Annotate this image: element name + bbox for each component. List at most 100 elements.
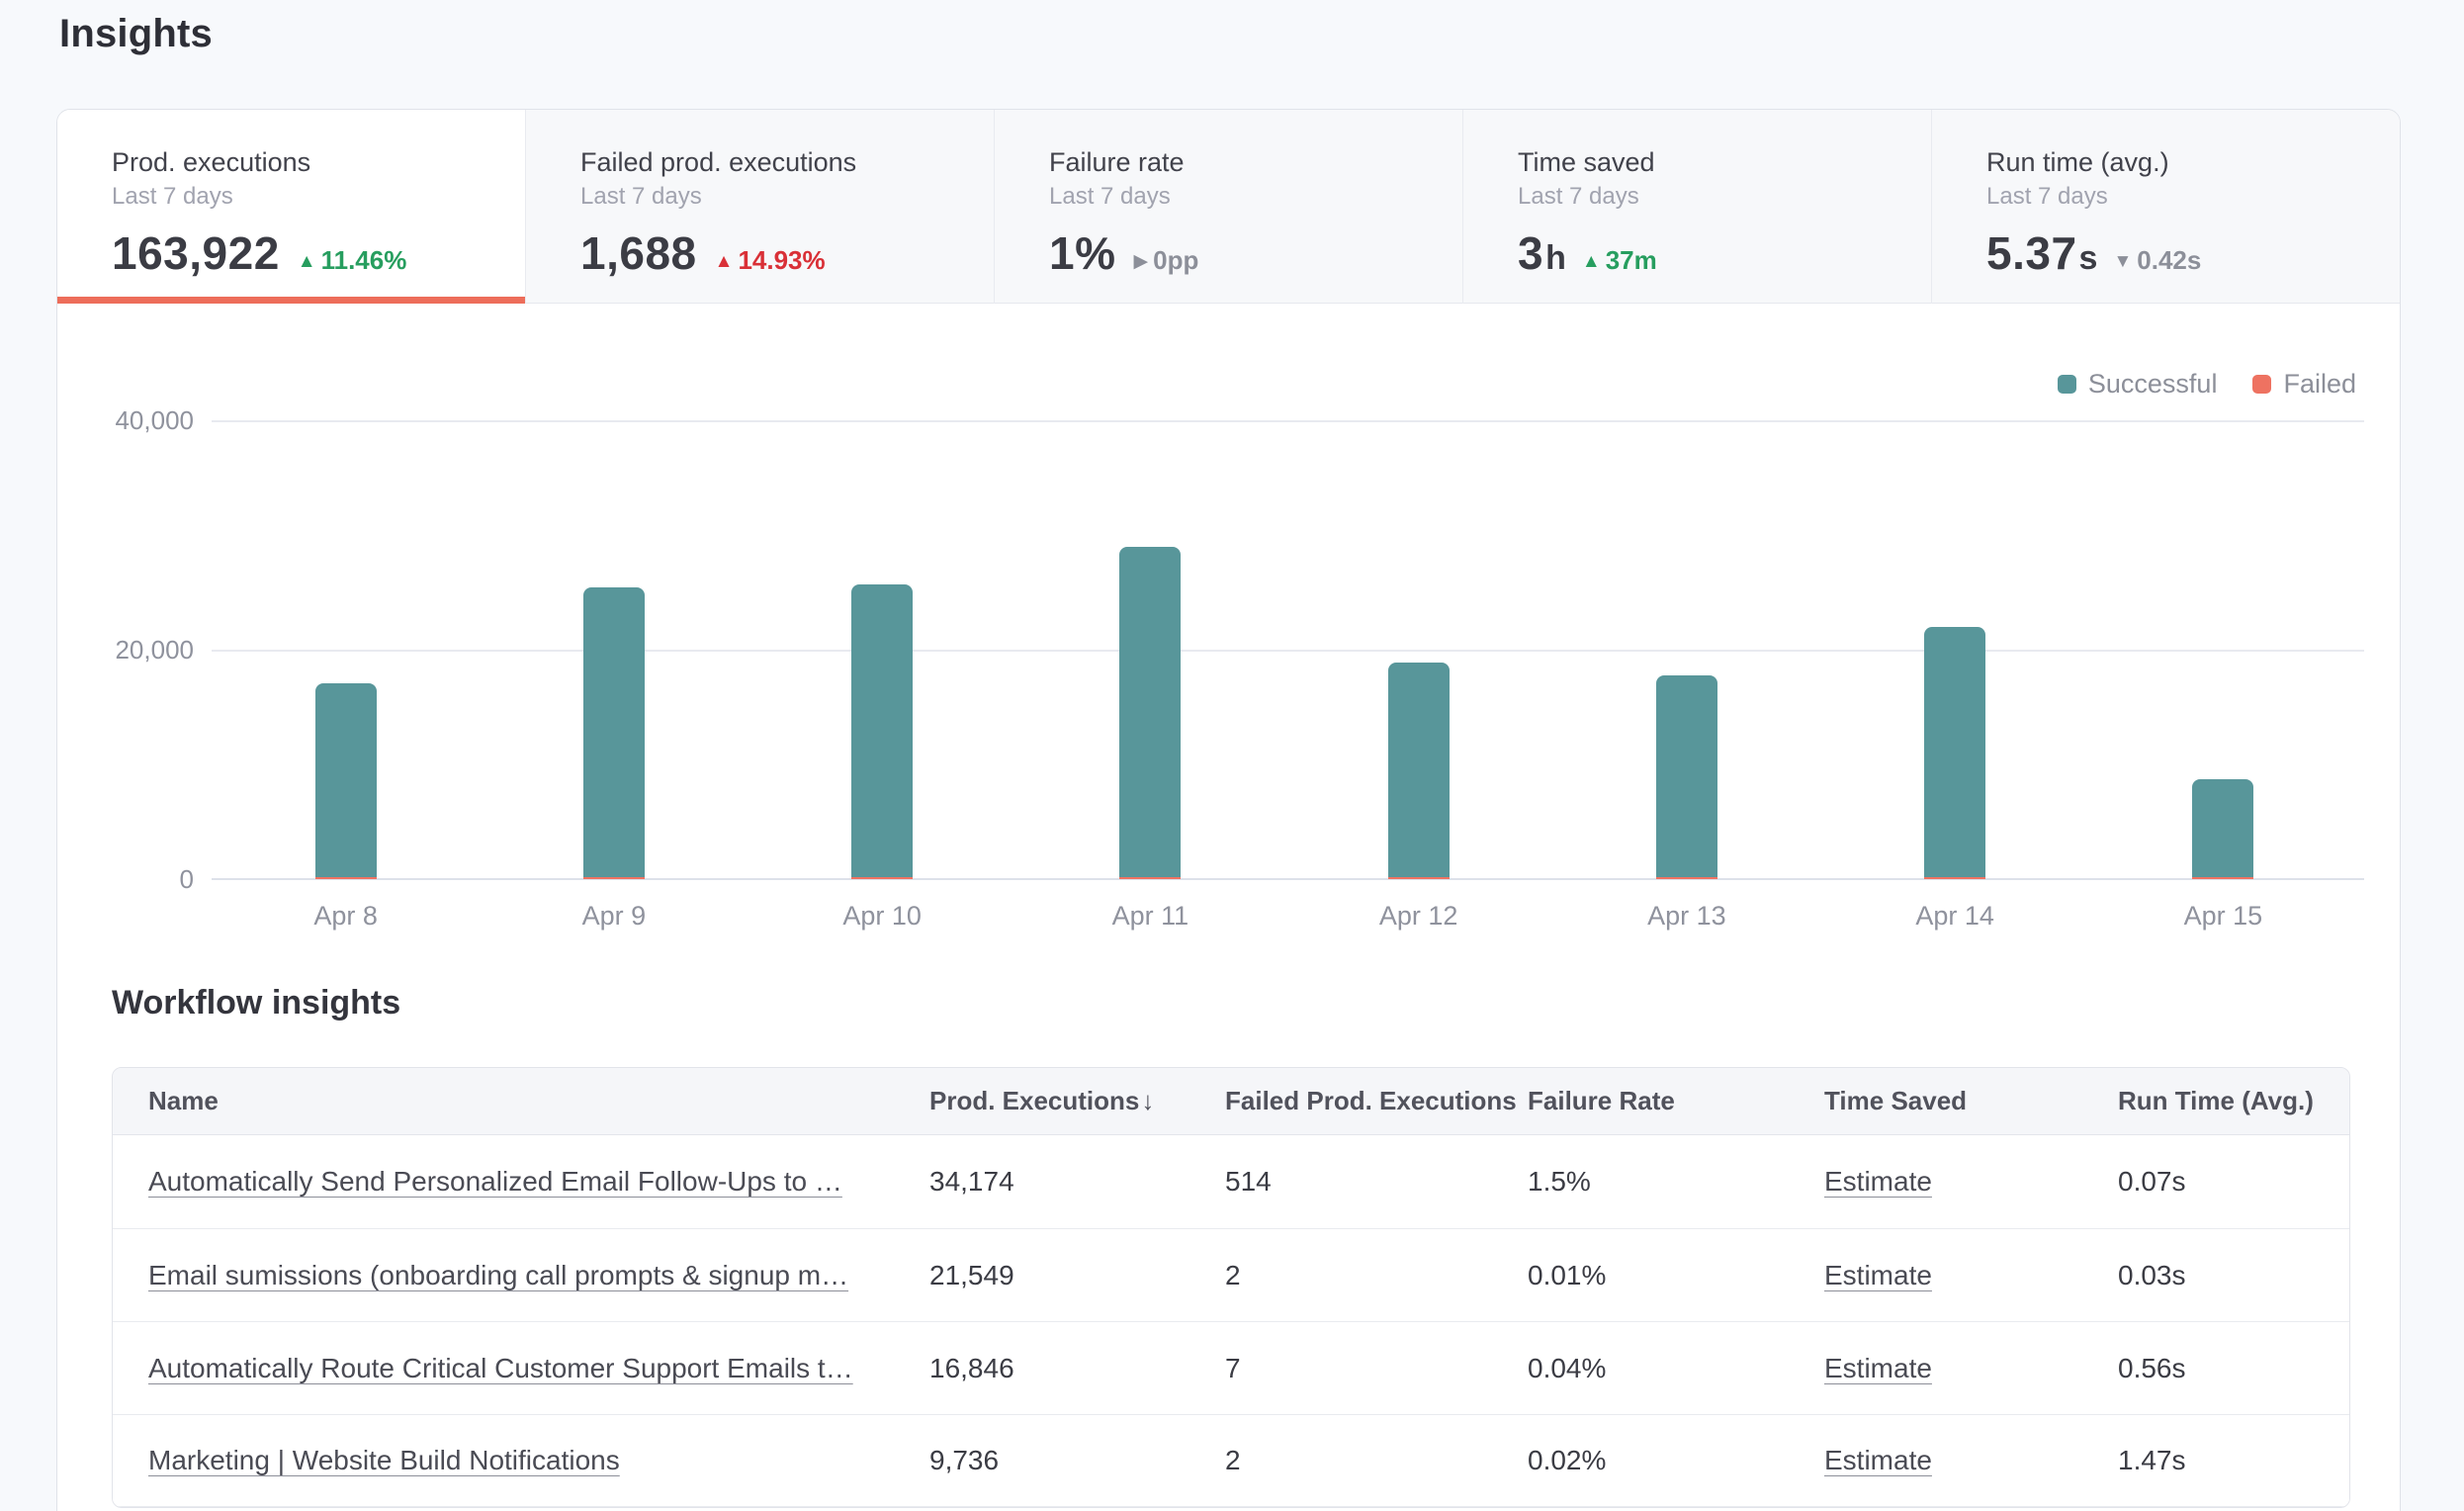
metric-value: 1% [1049,226,1115,280]
workflow-name-link[interactable]: Automatically Route Critical Customer Su… [148,1353,853,1383]
execution-bar-apr-15[interactable] [2192,779,2253,879]
execution-bar-apr-9[interactable] [583,587,645,879]
failed-segment [583,877,645,879]
estimate-link[interactable]: Estimate [1824,1445,1932,1475]
trend-up-icon: ▲ [1582,251,1601,273]
insights-panel: Prod. executions Last 7 days 163,922 ▲11… [56,109,2401,1511]
execution-bar-apr-12[interactable] [1388,663,1450,879]
insights-page: Insights Prod. executions Last 7 days 16… [0,0,2464,1511]
legend-label: Successful [2088,369,2218,400]
metric-period: Last 7 days [1986,181,2370,213]
metric-unit: h [1545,239,1566,278]
column-header-time-saved[interactable]: Time Saved [1824,1086,2118,1116]
bar-band: Apr 10 [748,420,1016,879]
x-axis-tick-label: Apr 12 [1320,901,1518,932]
x-axis-tick-label: Apr 9 [515,901,713,932]
failed-segment [851,877,913,879]
successful-segment [1119,547,1181,877]
failure-rate-cell: 0.04% [1528,1353,1824,1384]
trend-up-icon: ▲ [298,251,316,273]
successful-segment [1924,627,1985,877]
estimate-link[interactable]: Estimate [1824,1260,1932,1290]
metric-delta: ▲11.46% [298,245,407,276]
trend-up-icon: ▲ [715,251,734,273]
metric-card-run-time-avg[interactable]: Run time (avg.) Last 7 days 5.37s ▼0.42s [1931,110,2400,304]
metric-label: Run time (avg.) [1986,145,2370,179]
metrics-row: Prod. executions Last 7 days 163,922 ▲11… [57,110,2400,304]
successful-segment [851,584,913,877]
workflow-insights-table: Name Prod. Executions↓ Failed Prod. Exec… [112,1067,2350,1508]
execution-bar-apr-10[interactable] [851,584,913,879]
metric-delta: ▶0pp [1133,245,1198,276]
y-axis-tick-label: 0 [56,863,194,895]
execution-bar-apr-14[interactable] [1924,627,1985,879]
metric-value: 5.37 [1986,226,2077,280]
metric-card-time-saved[interactable]: Time saved Last 7 days 3h ▲37m [1462,110,1931,304]
metric-period: Last 7 days [1049,181,1433,213]
metric-period: Last 7 days [112,181,495,213]
column-header-name[interactable]: Name [148,1086,929,1116]
run-time-cell: 1.47s [2118,1445,2349,1476]
column-header-run-time[interactable]: Run Time (Avg.) [2118,1086,2349,1116]
bar-band: Apr 15 [2089,420,2357,879]
workflow-insights-heading: Workflow insights [112,984,400,1022]
x-axis-tick-label: Apr 15 [2124,901,2322,932]
workflow-name-link[interactable]: Email sumissions (onboarding call prompt… [148,1260,848,1290]
execution-bar-apr-11[interactable] [1119,547,1181,879]
metric-value: 3 [1518,226,1543,280]
x-axis-tick-label: Apr 13 [1588,901,1786,932]
column-header-failed-prod-executions[interactable]: Failed Prod. Executions [1225,1086,1528,1116]
metric-period: Last 7 days [580,181,964,213]
legend-label: Failed [2283,369,2356,400]
table-row: Automatically Route Critical Customer Su… [113,1321,2349,1414]
metric-card-prod-executions[interactable]: Prod. executions Last 7 days 163,922 ▲11… [57,110,525,304]
prod-executions-cell: 16,846 [929,1353,1225,1384]
failure-rate-cell: 1.5% [1528,1166,1824,1198]
executions-bar-chart: 020,00040,000Apr 8Apr 9Apr 10Apr 11Apr 1… [212,420,2364,879]
successful-segment [2192,779,2253,877]
bar-band: Apr 9 [480,420,748,879]
execution-bar-apr-13[interactable] [1656,675,1717,879]
failed-segment [1388,877,1450,879]
y-axis-tick-label: 40,000 [56,404,194,436]
prod-executions-cell: 9,736 [929,1445,1225,1476]
metric-label: Time saved [1518,145,1901,179]
metric-label: Failure rate [1049,145,1433,179]
run-time-cell: 0.56s [2118,1353,2349,1384]
column-header-prod-executions[interactable]: Prod. Executions↓ [929,1086,1225,1116]
estimate-link[interactable]: Estimate [1824,1166,1932,1197]
metric-delta: ▼0.42s [2113,245,2201,276]
table-header-row: Name Prod. Executions↓ Failed Prod. Exec… [113,1068,2349,1135]
run-time-cell: 0.03s [2118,1260,2349,1291]
estimate-link[interactable]: Estimate [1824,1353,1932,1383]
bar-band: Apr 8 [212,420,480,879]
execution-bar-apr-8[interactable] [315,683,377,879]
prod-executions-cell: 21,549 [929,1260,1225,1291]
bars-area: Apr 8Apr 9Apr 10Apr 11Apr 12Apr 13Apr 14… [212,420,2357,879]
metric-value: 1,688 [580,226,697,280]
failure-rate-cell: 0.01% [1528,1260,1824,1291]
chart-legend: Successful Failed [2058,369,2356,400]
y-axis-tick-label: 20,000 [56,634,194,666]
failed-segment [1656,877,1717,879]
metric-delta: ▲14.93% [715,245,826,276]
bar-band: Apr 14 [1821,420,2089,879]
successful-segment [1388,663,1450,877]
metric-value: 163,922 [112,226,280,280]
failed-executions-cell: 514 [1225,1166,1528,1198]
metric-delta: ▲37m [1582,245,1657,276]
legend-item-failed[interactable]: Failed [2252,369,2356,400]
column-header-failure-rate[interactable]: Failure Rate [1528,1086,1824,1116]
metric-card-failed-prod-executions[interactable]: Failed prod. executions Last 7 days 1,68… [525,110,994,304]
failure-rate-cell: 0.02% [1528,1445,1824,1476]
failed-executions-cell: 7 [1225,1353,1528,1384]
workflow-name-link[interactable]: Marketing | Website Build Notifications [148,1445,620,1475]
trend-flat-icon: ▶ [1133,250,1148,273]
table-row: Email sumissions (onboarding call prompt… [113,1228,2349,1321]
legend-item-successful[interactable]: Successful [2058,369,2218,400]
workflow-name-link[interactable]: Automatically Send Personalized Email Fo… [148,1166,842,1197]
table-row: Marketing | Website Build Notifications … [113,1414,2349,1507]
metric-unit: s [2079,239,2098,278]
metric-card-failure-rate[interactable]: Failure rate Last 7 days 1% ▶0pp [994,110,1462,304]
x-axis-tick-label: Apr 8 [247,901,445,932]
